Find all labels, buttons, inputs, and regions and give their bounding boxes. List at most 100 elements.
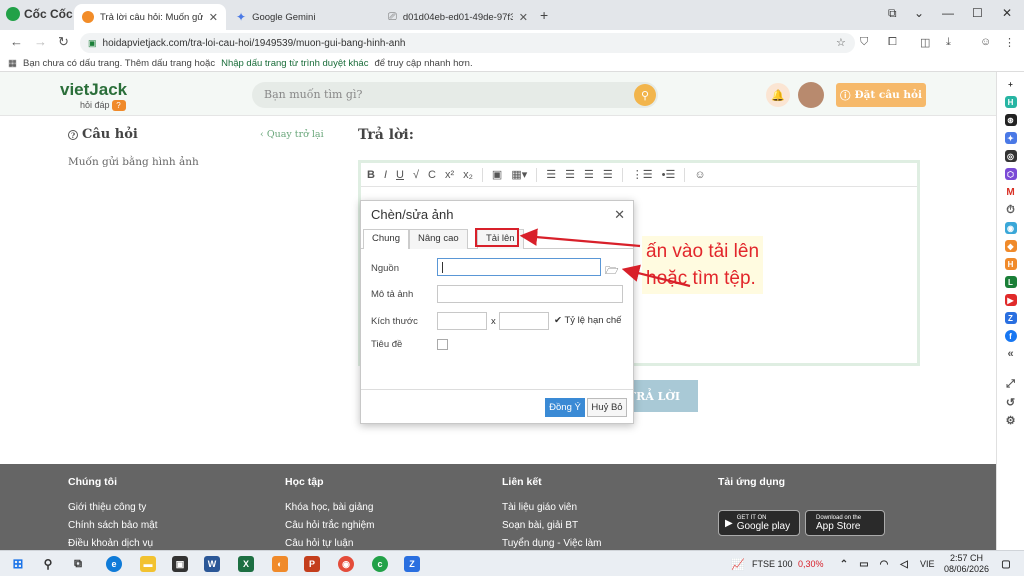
split-view-icon[interactable]: ◫ — [920, 36, 930, 49]
wifi-icon[interactable]: ◠ — [876, 556, 892, 572]
timer-icon[interactable]: ⏱ — [1005, 204, 1017, 216]
app-h-icon[interactable]: H — [1004, 96, 1017, 108]
add-icon[interactable]: + — [1004, 78, 1017, 90]
source-input[interactable] — [437, 258, 601, 276]
gemini-icon[interactable]: ✦ — [1004, 132, 1017, 144]
site-search-input[interactable]: Bạn muốn tìm gì? ⚲ — [252, 82, 658, 108]
align-justify-icon[interactable]: ☰ — [603, 168, 613, 181]
windows-start-icon[interactable]: ⊞ — [10, 556, 26, 572]
app-orange-icon[interactable]: ◐ — [272, 556, 288, 572]
app-l-icon[interactable]: L — [1004, 276, 1017, 288]
footer-link[interactable]: Tuyển dụng - Việc làm — [502, 538, 602, 549]
footer-link[interactable]: Câu hỏi tự luận — [285, 538, 375, 549]
math-root-icon[interactable]: √ — [413, 169, 419, 181]
footer-link[interactable]: Chính sách bảo mật — [68, 520, 158, 531]
apps-grid-icon[interactable]: ▦ — [8, 58, 17, 69]
tab-document[interactable]: ⎚ d01d04eb-ed01-49de-97f3-d00 ✕ — [380, 4, 536, 30]
menu-icon[interactable]: ⋮ — [1004, 36, 1015, 49]
shield-icon[interactable]: ⛉ — [860, 36, 868, 49]
title-checkbox[interactable] — [437, 339, 448, 350]
clock-date[interactable]: 08/06/2026 — [944, 564, 989, 574]
back-arrow-icon[interactable]: ← — [10, 34, 23, 49]
screenshot-icon[interactable]: ⧉ — [888, 6, 897, 21]
superscript-icon[interactable]: x² — [445, 169, 454, 181]
gmail-icon[interactable]: M — [1004, 186, 1017, 198]
footer-link[interactable]: Câu hỏi trắc nghiệm — [285, 520, 375, 531]
table-icon[interactable]: ▦▾ — [511, 168, 527, 181]
hexagon-app-icon[interactable]: ⬡ — [1004, 168, 1017, 180]
chatgpt-icon[interactable]: ⊛ — [1004, 114, 1017, 126]
align-left-icon[interactable]: ☰ — [546, 168, 556, 181]
store-icon[interactable]: ▣ — [172, 556, 188, 572]
maximize-button[interactable]: ☐ — [972, 6, 983, 20]
minimize-button[interactable]: — — [942, 6, 954, 20]
close-window-button[interactable]: ✕ — [1002, 6, 1012, 20]
back-link[interactable]: ‹ Quay trở lại — [260, 129, 324, 140]
chemistry-icon[interactable]: C — [428, 169, 436, 181]
star-bookmark-icon[interactable]: ☆ — [836, 36, 846, 49]
battery-icon[interactable]: ▭ — [856, 556, 872, 572]
download-icon[interactable]: ⤓ — [946, 36, 951, 49]
height-input[interactable] — [499, 312, 549, 330]
settings-gear-icon[interactable]: ⚙ — [1005, 414, 1017, 427]
notification-center-icon[interactable]: ▢ — [998, 556, 1014, 572]
task-view-icon[interactable]: ⧉ — [70, 556, 86, 572]
footer-link[interactable]: Điều khoản dịch vụ — [68, 538, 158, 549]
image-icon[interactable]: ▣ — [492, 168, 502, 181]
underline-icon[interactable]: U — [396, 169, 404, 181]
collapse-panel-icon[interactable]: « — [1005, 348, 1017, 360]
reload-icon[interactable]: ↻ — [58, 34, 69, 50]
search-icon[interactable]: ⚲ — [634, 84, 656, 106]
import-bookmarks-link[interactable]: Nhập dấu trang từ trình duyệt khác — [221, 58, 368, 69]
tab-general[interactable]: Chung — [363, 229, 409, 249]
tab-vietjack[interactable]: Trả lời câu hỏi: Muốn gửi b ✕ — [74, 4, 226, 30]
site-security-icon[interactable]: ▣ — [88, 38, 97, 49]
browse-files-icon[interactable]: 🗁 — [605, 262, 619, 281]
user-avatar[interactable] — [798, 82, 824, 108]
italic-icon[interactable]: I — [384, 169, 387, 181]
notification-bell-icon[interactable]: 🔔 — [766, 83, 790, 107]
app-globe-icon[interactable]: ◉ — [1004, 222, 1017, 234]
input-language[interactable]: VIE — [920, 559, 935, 569]
app-store-button[interactable]: Download on the App Store — [805, 510, 885, 536]
footer-link[interactable]: Tài liệu giáo viên — [502, 502, 602, 513]
close-tab-icon[interactable]: ✕ — [519, 11, 528, 24]
edge-icon[interactable]: e — [106, 556, 122, 572]
close-tab-icon[interactable]: ✕ — [209, 11, 218, 24]
youtube-icon[interactable]: ▶ — [1004, 294, 1017, 306]
chevron-up-icon[interactable]: ⌃ — [836, 556, 852, 572]
clock-time[interactable]: 2:57 CH — [950, 553, 983, 563]
description-input[interactable] — [437, 285, 623, 303]
coccoc-taskbar-icon[interactable]: c — [372, 556, 388, 572]
align-right-icon[interactable]: ☰ — [584, 168, 594, 181]
emoji-icon[interactable]: ☺ — [694, 169, 705, 181]
profile-icon[interactable]: ☺ — [980, 36, 991, 48]
file-explorer-icon[interactable]: ▬ — [140, 556, 156, 572]
zalo-taskbar-icon[interactable]: Z — [404, 556, 420, 572]
app-h-orange-icon[interactable]: H — [1004, 258, 1017, 270]
chrome-icon[interactable]: ◉ — [338, 556, 354, 572]
close-dialog-icon[interactable]: ✕ — [614, 207, 625, 223]
stock-name[interactable]: FTSE 100 — [752, 559, 793, 569]
restore-tabs-icon[interactable]: ⌄ — [914, 6, 924, 20]
bold-icon[interactable]: B — [367, 169, 375, 181]
history-icon[interactable]: ↺ — [1005, 396, 1017, 409]
browser-logo[interactable]: Cốc Cốc — [6, 7, 73, 21]
facebook-icon[interactable]: f — [1004, 330, 1017, 342]
footer-link[interactable]: Soạn bài, giải BT — [502, 520, 602, 531]
volume-icon[interactable]: ◁ — [896, 556, 912, 572]
ask-question-button[interactable]: ⓘ Đặt câu hỏi — [836, 83, 926, 107]
app-cat-icon[interactable]: ◆ — [1004, 240, 1017, 252]
forward-arrow-icon[interactable]: → — [34, 34, 47, 49]
excel-icon[interactable]: X — [238, 556, 254, 572]
footer-link[interactable]: Giới thiệu công ty — [68, 502, 158, 513]
tab-advanced[interactable]: Nâng cao — [409, 229, 468, 249]
width-input[interactable] — [437, 312, 487, 330]
url-input[interactable]: ▣ hoidapvietjack.com/tra-loi-cau-hoi/194… — [80, 33, 855, 53]
bullet-list-icon[interactable]: •☰ — [662, 168, 676, 181]
vietjack-logo[interactable]: vietJack hỏi đáp? — [60, 80, 127, 111]
constrain-proportions-checkbox[interactable]: ✔ Tỷ lệ hạn chế — [554, 315, 621, 326]
google-play-button[interactable]: ▶ GET IT ON Google play — [718, 510, 800, 536]
cancel-button[interactable]: Huỷ Bỏ — [587, 398, 627, 417]
tab-gemini[interactable]: ✦ Google Gemini — [228, 4, 378, 30]
